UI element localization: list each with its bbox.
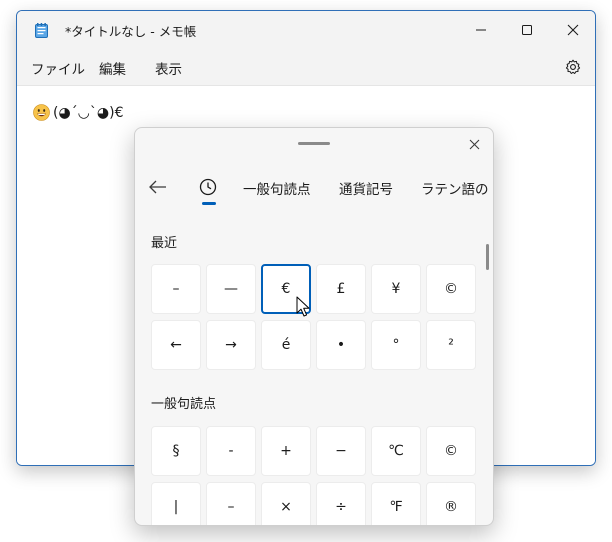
scrollbar-thumb[interactable] (486, 244, 489, 270)
symbol-cell[interactable]: ← (151, 320, 201, 370)
window-title: *タイトルなし - メモ帳 (65, 24, 197, 39)
minimize-button[interactable] (458, 11, 504, 49)
recent-symbols-grid: – — € £ ¥ © ← → é • ° ² (151, 264, 476, 370)
clock-icon[interactable] (197, 176, 219, 198)
symbol-cell[interactable]: | (151, 482, 201, 525)
menu-view[interactable]: 表示 (155, 58, 182, 78)
tab-general-punctuation[interactable]: 一般句読点 (243, 178, 311, 198)
tab-latin[interactable]: ラテン語の (421, 178, 489, 198)
symbol-cell[interactable]: ÷ (316, 482, 366, 525)
menu-edit[interactable]: 編集 (99, 58, 126, 78)
close-button[interactable] (550, 11, 595, 49)
menu-bar: ファイル 編集 表示 (17, 49, 595, 86)
symbol-cell[interactable]: + (261, 426, 311, 476)
active-tab-indicator (202, 202, 216, 205)
symbol-cell[interactable]: ® (426, 482, 476, 525)
mouse-cursor-icon (296, 296, 310, 317)
symbol-cell[interactable]: © (426, 264, 476, 314)
section-title-general-punctuation: 一般句読点 (151, 397, 217, 412)
symbol-cell[interactable]: - (206, 426, 256, 476)
symbol-cell[interactable]: ℉ (371, 482, 421, 525)
symbol-cell[interactable]: × (261, 482, 311, 525)
close-icon (469, 139, 479, 149)
back-arrow-icon[interactable] (147, 176, 169, 198)
symbol-cell[interactable]: – (206, 482, 256, 525)
symbol-panel: 一般句読点 通貨記号 ラテン語の 最近 – — € £ ¥ © ← → é • … (134, 127, 494, 526)
symbol-cell[interactable]: © (426, 426, 476, 476)
drag-handle[interactable] (298, 142, 330, 145)
symbol-cell[interactable]: — (206, 264, 256, 314)
editor-text: (◕´◡`◕)€ (53, 104, 124, 121)
symbol-cell[interactable]: ° (371, 320, 421, 370)
gear-icon[interactable] (565, 59, 581, 75)
symbol-cell[interactable]: é (261, 320, 311, 370)
category-tabs: 一般句読点 通貨記号 ラテン語の (135, 168, 493, 208)
editor-content: (◕´◡`◕)€ (33, 104, 123, 121)
symbol-cell[interactable]: • (316, 320, 366, 370)
symbol-cell[interactable]: £ (316, 264, 366, 314)
symbol-cell[interactable]: – (151, 264, 201, 314)
title-bar[interactable]: *タイトルなし - メモ帳 (17, 11, 595, 49)
symbol-cell[interactable]: − (316, 426, 366, 476)
symbol-cell[interactable]: ¥ (371, 264, 421, 314)
tab-currency-symbols[interactable]: 通貨記号 (339, 178, 393, 198)
notepad-icon (35, 23, 48, 38)
close-icon (567, 24, 579, 36)
maximize-icon (522, 25, 532, 35)
grinning-face-icon (33, 104, 50, 121)
symbol-cell[interactable]: § (151, 426, 201, 476)
section-title-recent: 最近 (151, 236, 178, 251)
symbol-cell[interactable]: → (206, 320, 256, 370)
punctuation-symbols-grid: § - + − ℃ © | – × ÷ ℉ ® (151, 426, 476, 525)
maximize-button[interactable] (504, 11, 550, 49)
menu-file[interactable]: ファイル (31, 58, 85, 78)
symbol-cell[interactable]: ℃ (371, 426, 421, 476)
symbol-cell[interactable]: ² (426, 320, 476, 370)
minimize-icon (476, 29, 486, 31)
panel-close-button[interactable] (466, 136, 482, 152)
